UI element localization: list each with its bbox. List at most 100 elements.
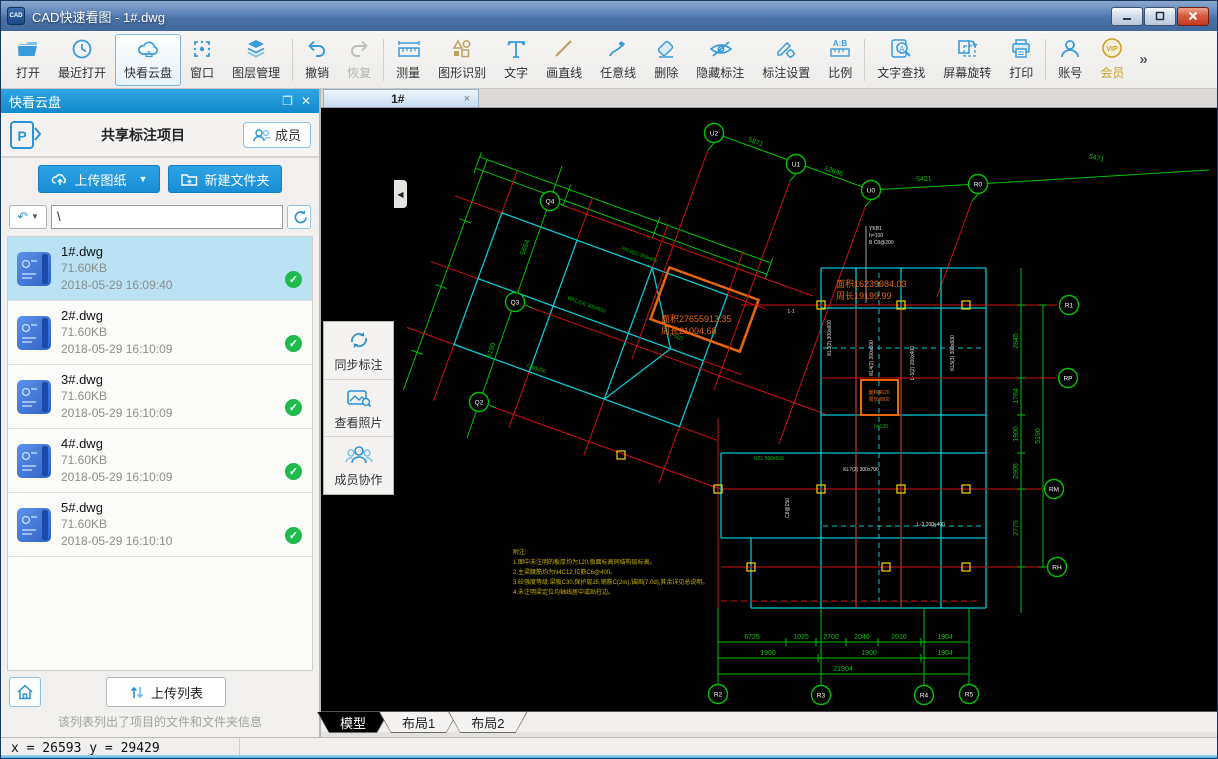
sheet-tab-model[interactable]: 模型 [318, 712, 388, 732]
svg-text:h=100: h=100 [869, 233, 883, 239]
sheet-tab-layout1[interactable]: 布局1 [380, 712, 457, 732]
minimize-icon [1121, 10, 1133, 22]
file-row-1[interactable]: 1#.dwg 71.60KB 2018-05-29 16:09:40 ✓ [8, 237, 312, 301]
toolbar-recent[interactable]: 最近打开 [49, 34, 115, 86]
toolbar-scale[interactable]: A:B 比例 [819, 34, 861, 86]
file-size: 71.60KB [61, 324, 285, 341]
back-button[interactable]: ↶ ▼ [9, 205, 47, 229]
cloud-panel: 快看云盘 ❐ ✕ P 共享标注项目 成员 上传图纸 ▼ 新建文件夹 [1, 89, 321, 737]
svg-text:5190: 5190 [1035, 428, 1042, 444]
file-name: 5#.dwg [61, 499, 285, 516]
upload-caret-icon[interactable]: ▼ [139, 174, 148, 184]
new-folder-button[interactable]: 新建文件夹 [168, 165, 282, 193]
minimize-button[interactable] [1111, 7, 1143, 26]
svg-text:R0: R0 [974, 181, 983, 188]
toolbar-separator [292, 39, 293, 81]
svg-text:4.未注明梁定位均轴线居中或贴柱边。: 4.未注明梁定位均轴线居中或贴柱边。 [513, 588, 614, 596]
layers-icon [244, 37, 268, 61]
document-tab-close-icon[interactable]: × [464, 93, 470, 105]
panel-close-icon[interactable]: ✕ [301, 94, 311, 108]
document-tabbar: 1# × [321, 89, 1218, 108]
toolbar-print[interactable]: 打印 [1000, 34, 1042, 86]
svg-text:1.图中未注明的板厚均为120,板面标高同结构层标高。: 1.图中未注明的板厚均为120,板面标高同结构层标高。 [513, 558, 656, 566]
svg-text:Q3: Q3 [511, 299, 520, 306]
upload-list-button[interactable]: 上传列表 [106, 677, 226, 707]
maximize-button[interactable] [1144, 7, 1176, 26]
file-row-3[interactable]: 3#.dwg 71.60KB 2018-05-29 16:10:09 ✓ [8, 365, 312, 429]
window-select-icon [190, 37, 214, 61]
file-name: 3#.dwg [61, 371, 285, 388]
svg-text:RM: RM [1049, 486, 1059, 493]
svg-text:面积4620: 面积4620 [868, 389, 889, 396]
toolbar-open[interactable]: 打开 [7, 34, 49, 86]
cloud-panel-bottom: 上传列表 [1, 671, 319, 713]
cloud-panel-footer-note: 该列表列出了项目的文件和文件夹信息 [1, 713, 319, 737]
cloud-panel-header: 快看云盘 ❐ ✕ [1, 89, 319, 113]
file-name: 2#.dwg [61, 307, 285, 324]
back-caret-icon[interactable]: ▼ [31, 212, 39, 221]
file-row-5[interactable]: 5#.dwg 71.60KB 2018-05-29 16:10:10 ✓ [8, 493, 312, 557]
close-button[interactable] [1177, 7, 1209, 26]
sync-annotations-button[interactable]: 同步标注 [324, 322, 393, 380]
svg-text:C8@200: C8@200 [526, 363, 547, 375]
printer-icon [1009, 37, 1033, 61]
synced-check-icon: ✓ [285, 271, 302, 288]
svg-text:P: P [17, 128, 26, 144]
undock-icon[interactable]: ❐ [282, 94, 293, 108]
dwg-file-icon [17, 380, 51, 414]
toolbar-screen-rotate[interactable]: 屏幕旋转 [934, 34, 1000, 86]
toolbar-undo[interactable]: 撤销 [296, 34, 338, 86]
rotate-icon [955, 37, 979, 61]
refresh-button[interactable] [287, 205, 311, 229]
scale-icon: A:B [828, 37, 852, 61]
toolbar-cloud[interactable]: 快看云盘 [115, 34, 181, 86]
toolbar-measure[interactable]: 测量 [387, 34, 429, 86]
file-date: 2018-05-29 16:10:09 [61, 405, 285, 422]
project-row: P 共享标注项目 成员 [1, 113, 319, 158]
cursor-coordinates: x = 26593 y = 29429 [1, 741, 239, 756]
cad-canvas[interactable]: U2U1U0R0Q4Q3Q2R1RPRMRHR2R3R4R5 面积2765591… [321, 108, 1218, 711]
svg-text:1025: 1025 [793, 634, 809, 641]
toolbar-hide-annotation[interactable]: 隐藏标注 [687, 34, 753, 86]
file-row-2[interactable]: 2#.dwg 71.60KB 2018-05-29 16:10:09 ✓ [8, 301, 312, 365]
toolbar-delete[interactable]: 删除 [645, 34, 687, 86]
upload-drawing-button[interactable]: 上传图纸 ▼ [38, 165, 161, 193]
svg-text:周长8800: 周长8800 [868, 396, 889, 403]
view-photos-button[interactable]: 查看照片 [324, 380, 393, 438]
sheet-tab-layout2[interactable]: 布局2 [449, 712, 526, 732]
pen-icon [606, 37, 630, 61]
back-icon: ↶ [17, 209, 28, 225]
toolbar-window[interactable]: 窗口 [181, 34, 223, 86]
toolbar-redo[interactable]: 恢复 [338, 34, 380, 86]
svg-text:L-1(2) 200x400: L-1(2) 200x400 [910, 346, 916, 380]
member-collaboration-button[interactable]: 成员协作 [324, 437, 393, 494]
toolbar-shape-recognition[interactable]: 图形识别 [429, 34, 495, 86]
svg-text:VIP: VIP [1107, 46, 1119, 53]
toolbar-text-search[interactable]: A 文字查找 [868, 34, 934, 86]
synced-check-icon: ✓ [285, 399, 302, 416]
path-row: ↶ ▼ [1, 200, 319, 233]
toolbar-overflow-button[interactable]: » [1135, 51, 1151, 68]
svg-text:A: A [900, 46, 905, 53]
toolbar-account[interactable]: 账号 [1049, 34, 1091, 86]
toolbar-separator [864, 39, 865, 81]
toolbar-layers[interactable]: 图层管理 [223, 34, 289, 86]
panel-collapse-arrow[interactable]: ◀ [394, 180, 407, 208]
path-input[interactable] [51, 205, 283, 229]
members-button[interactable]: 成员 [243, 122, 311, 148]
members-icon [253, 128, 271, 142]
svg-text:1900: 1900 [1013, 426, 1020, 442]
dwg-file-icon [17, 508, 51, 542]
svg-text:YKL6(2) 300x600: YKL6(2) 300x600 [620, 246, 659, 265]
refresh-icon [292, 209, 307, 224]
toolbar-draw-line[interactable]: 画直线 [537, 34, 591, 86]
toolbar-vip[interactable]: VIP 会员 [1091, 34, 1133, 86]
cloud-panel-title: 快看云盘 [9, 92, 61, 111]
home-button[interactable] [9, 677, 41, 707]
toolbar-annotation-settings[interactable]: 标注设置 [753, 34, 819, 86]
file-row-4[interactable]: 4#.dwg 71.60KB 2018-05-29 16:10:09 ✓ [8, 429, 312, 493]
toolbar-free-line[interactable]: 任意线 [591, 34, 645, 86]
app-window: CAD CAD快速看图 - 1#.dwg 打开 最近打开 快看云盘 [0, 0, 1218, 759]
toolbar-text[interactable]: 文字 [495, 34, 537, 86]
document-tab-1[interactable]: 1# × [323, 89, 479, 107]
